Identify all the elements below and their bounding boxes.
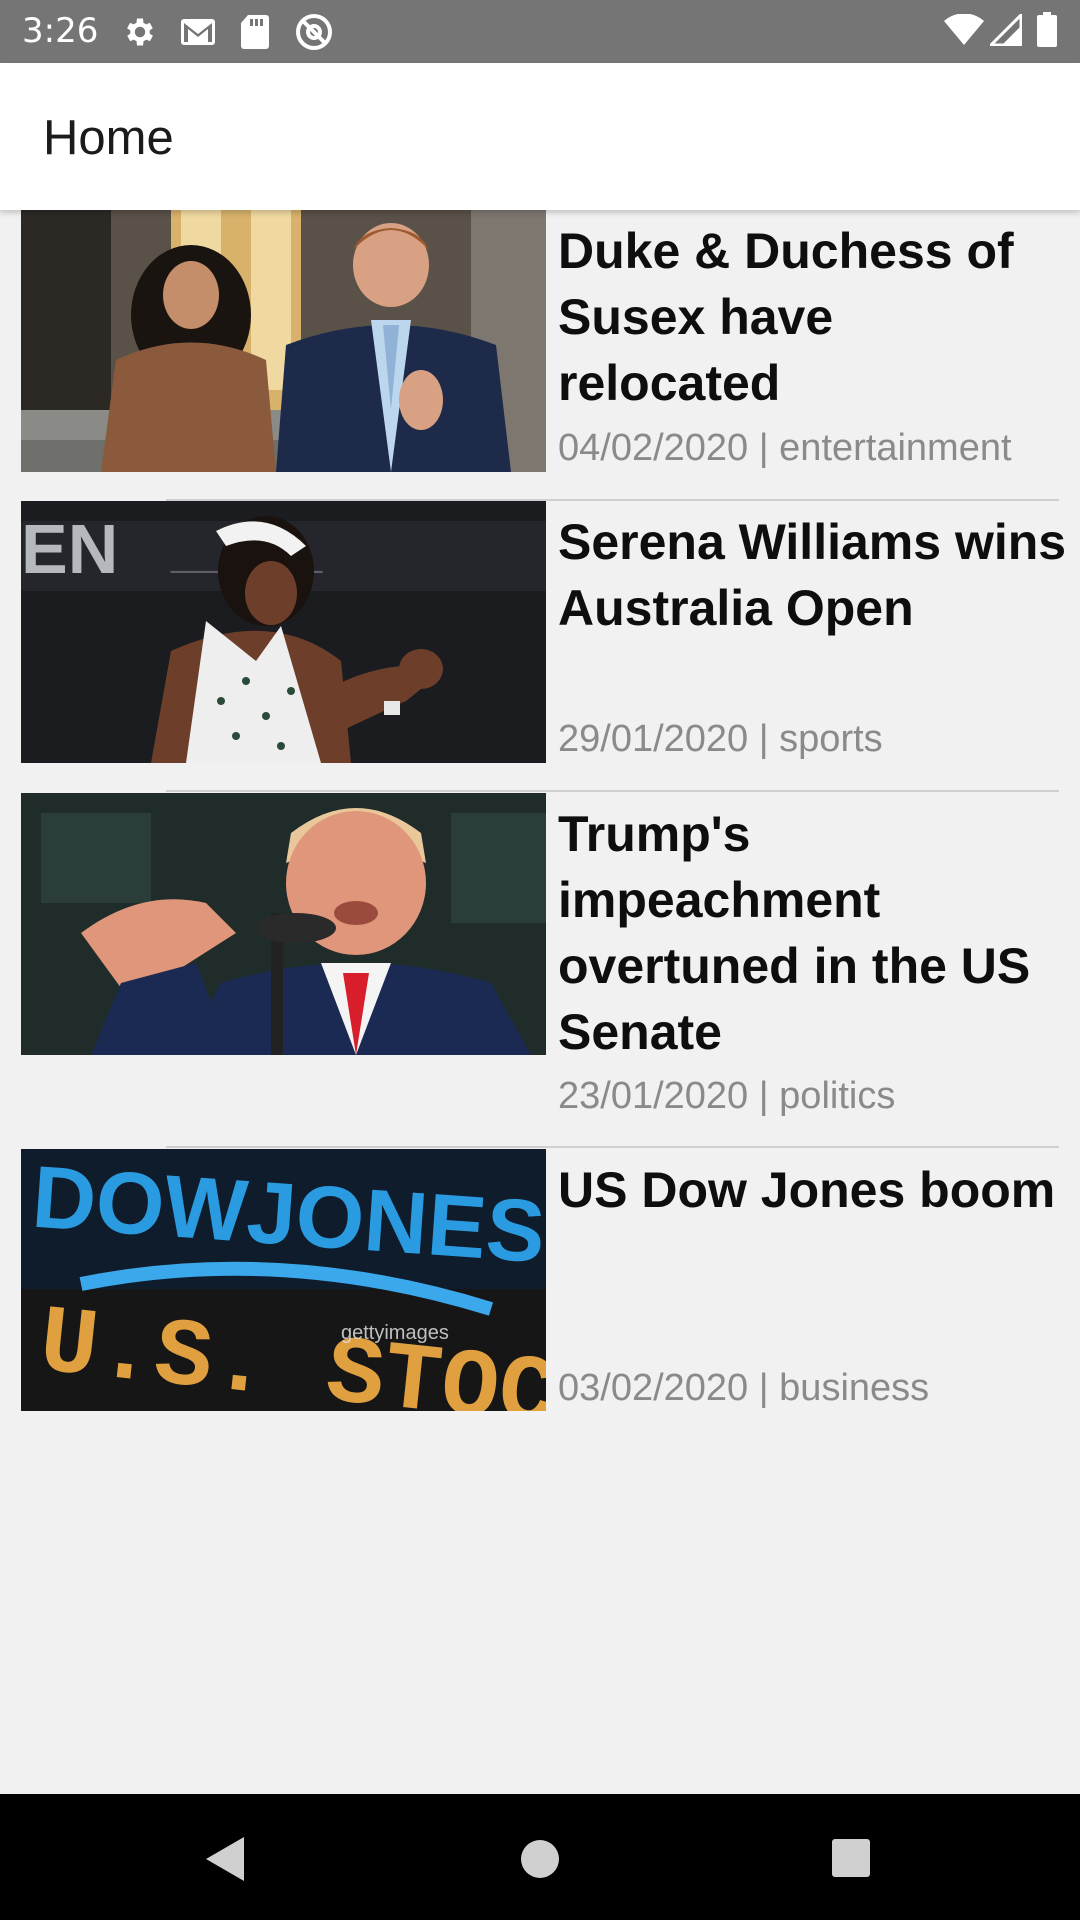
news-headline: Trump's impeachment overtuned in the US …	[558, 806, 1031, 1060]
svg-text:EN: EN	[21, 510, 118, 588]
tennis-player-photo: EN ________	[21, 501, 546, 763]
news-headline: Serena Williams wins Australia Open	[558, 514, 1067, 636]
cell-signal-icon	[990, 14, 1022, 46]
status-time: 3:26	[22, 11, 99, 51]
news-item[interactable]: EN ________ Serena Williams wins Austral…	[0, 501, 1080, 791]
navigation-bar	[0, 1794, 1080, 1920]
app-bar: Home	[0, 63, 1080, 210]
news-item[interactable]: Trump's impeachment overtuned in the US …	[0, 793, 1080, 1147]
wifi-icon	[944, 14, 984, 46]
news-headline: Duke & Duchess of Susex have relocated	[558, 223, 1014, 411]
news-meta: 04/02/2020 | entertainment	[558, 427, 1012, 469]
list-divider	[166, 1146, 1059, 1148]
back-triangle-icon[interactable]	[204, 1835, 246, 1883]
dow-jones-sign-photo: DOWJONES U.S. STOCKS gettyimages	[21, 1149, 546, 1411]
sd-card-icon	[240, 14, 270, 50]
news-item[interactable]: DOWJONES U.S. STOCKS gettyimages US Dow …	[0, 1149, 1080, 1439]
battery-icon	[1036, 12, 1058, 48]
list-divider	[166, 790, 1059, 792]
svg-text:gettyimages: gettyimages	[341, 1322, 449, 1344]
news-meta: 23/01/2020 | politics	[558, 1075, 896, 1117]
settings-gear-icon	[122, 14, 158, 50]
news-meta: 03/02/2020 | business	[558, 1367, 930, 1409]
royal-couple-photo	[21, 210, 546, 472]
home-circle-icon[interactable]	[520, 1839, 560, 1879]
recents-square-icon[interactable]	[831, 1838, 871, 1878]
status-bar: 3:26	[0, 0, 1080, 63]
news-item[interactable]: Duke & Duchess of Susex have relocated 0…	[0, 210, 1080, 500]
gmail-icon	[180, 18, 216, 46]
at-sign-icon	[294, 12, 334, 52]
page-title: Home	[43, 111, 174, 165]
politician-speech-photo	[21, 793, 546, 1055]
news-headline: US Dow Jones boom	[558, 1162, 1056, 1218]
news-meta: 29/01/2020 | sports	[558, 718, 883, 760]
